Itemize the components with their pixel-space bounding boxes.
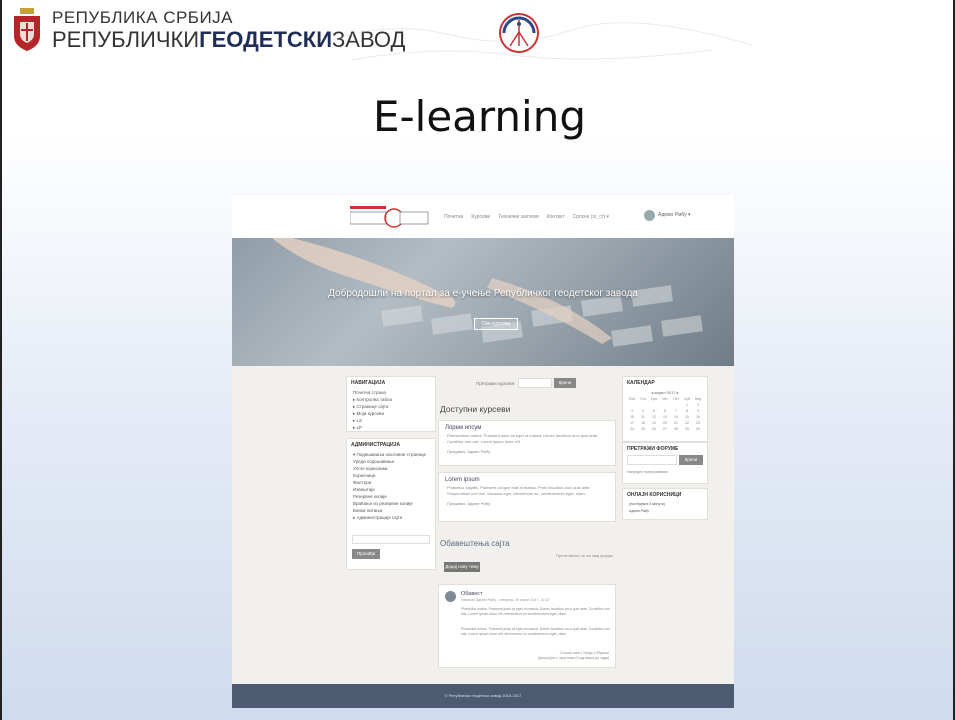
hero-text: Добродошли на портал за е-учење Републич… xyxy=(328,288,638,299)
navigation-block-title: НАВИГАЦИЈА xyxy=(351,380,386,386)
nav-item[interactable]: ▸ Контролна табла xyxy=(347,396,435,403)
calendar-month-nav[interactable]: ◂ април 2017 ▸ xyxy=(623,389,707,396)
course-search-label: Претражи курсеве: xyxy=(476,381,516,386)
online-user[interactable]: Админ Рмбу xyxy=(623,508,707,515)
nav-item[interactable]: ▸ Странице сајта xyxy=(347,403,435,410)
course-teacher: Предавач: Админ Рмбу xyxy=(447,501,491,506)
hero-banner: Добродошли на портал за е-учење Републич… xyxy=(232,238,734,366)
user-menu[interactable]: Админ Рмбу ▾ xyxy=(658,212,691,218)
rgz-logo-icon xyxy=(499,13,539,53)
admin-item[interactable]: Улоге корисника xyxy=(347,465,435,472)
navigation-block: НАВИГАЦИЈА Почетна страна ▸ Контролна та… xyxy=(346,376,436,432)
portal-logo-icon[interactable] xyxy=(350,204,430,230)
admin-item[interactable]: Резервне копије xyxy=(347,493,435,500)
online-users-period: (последњих 5 минута) xyxy=(629,502,665,506)
post-paragraph: Phasellus metus. Praesent justo at eget … xyxy=(461,607,611,616)
admin-item[interactable]: Корисници xyxy=(347,472,435,479)
portal-navbar: Почетна Курсеви Технички захтеви Контакт Срп… xyxy=(232,196,734,238)
user-avatar[interactable] xyxy=(644,210,655,221)
admin-item[interactable]: Уреди подешавања xyxy=(347,458,435,465)
administration-block: АДМИНИСТРАЦИЈА ▾ Подешавања насловне стр… xyxy=(346,438,436,570)
administration-block-title: АДМИНИСТРАЦИЈА xyxy=(351,442,401,448)
admin-item[interactable]: Извештаји xyxy=(347,486,435,493)
forum-post: Обавест Написао Админ Рмбу - четвртак, 2… xyxy=(438,584,616,668)
post-discuss-link[interactable]: Дискутујте о овој теми (0 одговора до са… xyxy=(538,656,609,661)
forum-search-input[interactable] xyxy=(627,455,677,465)
post-footer: Стални линк | Уреди | Обриши Дискутујте … xyxy=(538,651,609,661)
post-meta: Написао Админ Рмбу - четвртак, 20 април … xyxy=(461,598,550,602)
news-subscribe-link[interactable]: Претплатите се на овај форум xyxy=(556,553,613,558)
admin-item[interactable]: Банка питања xyxy=(347,507,435,514)
course-search-button[interactable]: Крени xyxy=(554,378,576,388)
nav-link[interactable]: Контакт xyxy=(547,214,565,220)
calendar-grid: Пон Уто Сре Чет Пет Суб Нед 12 3456789 10 11 12 1… xyxy=(628,397,702,431)
admin-item[interactable]: ▸ Администрација сајта xyxy=(347,514,435,521)
course-title[interactable]: Лорем ипсум xyxy=(439,421,615,433)
nav-item[interactable]: ▸ LS xyxy=(347,417,435,424)
admin-search-button[interactable]: Пронађи xyxy=(352,549,380,559)
nav-item[interactable]: ▸ LP xyxy=(347,424,435,431)
forum-search-title: ПРЕТРАЖИ ФОРУМЕ xyxy=(627,446,679,452)
course-search-input[interactable] xyxy=(518,378,552,388)
course-card: Lorem ipsum Phasellus sagittis. Praesent… xyxy=(438,472,616,522)
slide-header: РЕПУБЛИКА СРБИЈА РЕПУБЛИЧКИГЕОДЕТСКИЗАВО… xyxy=(2,0,955,70)
forum-search-block: ПРЕТРАЖИ ФОРУМЕ Крени Напредно претражив… xyxy=(622,442,708,484)
portal-screenshot: Почетна Курсеви Технички захтеви Контакт Срп… xyxy=(232,196,734,708)
admin-item[interactable]: Филтери xyxy=(347,479,435,486)
serbian-coat-of-arms-icon xyxy=(14,8,40,51)
add-topic-button[interactable]: Додај нову тему xyxy=(444,562,480,572)
course-description: Phasellus sagittis. Praesent congue erat… xyxy=(447,485,591,496)
all-courses-button[interactable]: Сви курсеви xyxy=(474,318,518,330)
course-description: Praesentium metus. Praesent justo ad ege… xyxy=(447,433,599,444)
org-line-1: РЕПУБЛИКА СРБИЈА xyxy=(52,8,234,27)
admin-item[interactable]: ▾ Подешавања насловне странице xyxy=(347,451,435,458)
slide-title: E-learning xyxy=(372,92,587,141)
keyboard-image xyxy=(272,238,703,347)
admin-search-input[interactable] xyxy=(352,535,430,544)
nav-link[interactable]: Почетна xyxy=(444,214,463,220)
course-card: Лорем ипсум Praesentium metus. Praesent … xyxy=(438,420,616,466)
online-users-title: ОНЛАЈН КОРИСНИЦИ xyxy=(627,492,682,498)
post-author-avatar xyxy=(445,591,456,602)
nav-link[interactable]: Технички захтеви xyxy=(498,214,538,220)
language-menu[interactable]: Српски (sr_cr) ▾ xyxy=(573,214,609,220)
post-title: Обавест xyxy=(461,591,483,597)
advanced-search-link[interactable]: Напредно претраживање xyxy=(627,469,668,476)
admin-item[interactable]: Враћање из резервне копије xyxy=(347,500,435,507)
nav-link[interactable]: Курсеви xyxy=(471,214,490,220)
slide: РЕПУБЛИКА СРБИЈА РЕПУБЛИЧКИГЕОДЕТСКИЗАВО… xyxy=(0,0,955,720)
portal-footer: © Републички геодетски завод 2016-2017 xyxy=(232,684,734,708)
courses-heading: Доступни курсеви xyxy=(440,404,511,414)
news-heading: Обавештења сајта xyxy=(440,539,510,548)
header-map-watermark xyxy=(332,22,752,61)
portal-nav-links: Почетна Курсеви Технички захтеви Контакт Срп… xyxy=(444,214,617,220)
forum-search-button[interactable]: Крени xyxy=(679,455,703,465)
calendar-title: КАЛЕНДАР xyxy=(627,380,655,386)
nav-item[interactable]: ▸ Моји курсеви xyxy=(347,410,435,417)
calendar-block: КАЛЕНДАР ◂ април 2017 ▸ Пон Уто Сре Чет Пет С… xyxy=(622,376,708,442)
course-title[interactable]: Lorem ipsum xyxy=(439,473,615,485)
nav-item[interactable]: Почетна страна xyxy=(347,389,435,396)
online-users-block: ОНЛАЈН КОРИСНИЦИ (последњих 5 минута) Ад… xyxy=(622,488,708,520)
course-teacher: Предавач: Админ Рмбу xyxy=(447,449,491,454)
post-paragraph: Phasellus metus. Praesent justo at eget … xyxy=(461,627,611,636)
